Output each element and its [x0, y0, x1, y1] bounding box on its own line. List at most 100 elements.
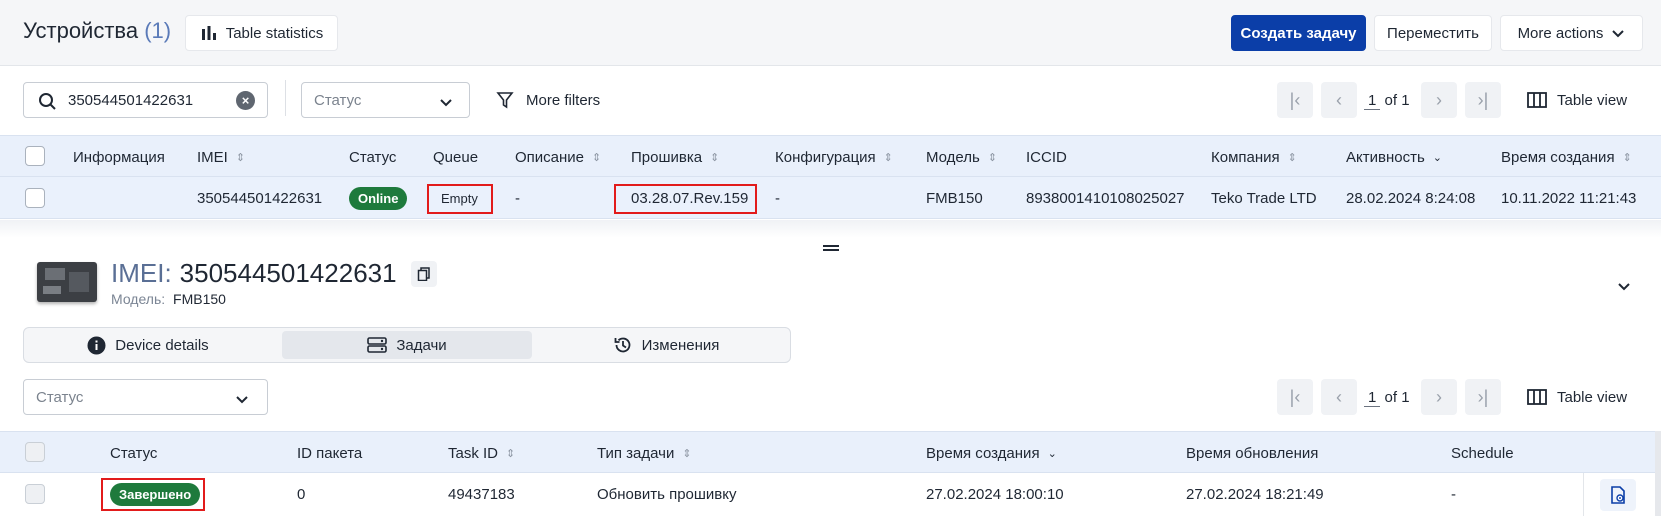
column-header[interactable]: Schedule: [1451, 432, 1514, 474]
sort-icon[interactable]: ⇕: [988, 151, 997, 164]
sort-icon[interactable]: ⇕: [682, 447, 691, 460]
row-checkbox[interactable]: [25, 484, 45, 504]
column-header[interactable]: Время создания ⇕: [1501, 136, 1632, 178]
cell-company: Teko Trade LTD: [1211, 189, 1317, 207]
column-header[interactable]: Task ID ⇕: [448, 432, 515, 474]
cell-created: 27.02.2024 18:00:10: [926, 485, 1064, 503]
column-header[interactable]: Прошивка ⇕: [631, 136, 719, 178]
chevron-down-icon: [440, 99, 452, 107]
page-indicator: 1 of 1: [1364, 92, 1410, 110]
cell-task-id: 49437183: [448, 485, 515, 503]
table-view-button[interactable]: Table view: [1527, 379, 1627, 415]
tab-device-details[interactable]: Device details: [28, 331, 268, 359]
sort-icon[interactable]: ⇕: [1623, 151, 1632, 164]
create-task-button[interactable]: Создать задачу: [1231, 15, 1366, 51]
task-status-select[interactable]: Статус: [23, 379, 268, 415]
device-tabs: Device details Задачи Изменения: [23, 327, 791, 363]
prev-page-button[interactable]: ‹: [1321, 82, 1357, 118]
tasks-table-header: Статус ID пакета Task ID ⇕ Тип задачи ⇕ Вр…: [0, 431, 1655, 473]
sort-icon[interactable]: ⇕: [1288, 151, 1297, 164]
next-page-button[interactable]: ›: [1421, 82, 1457, 118]
task-details-button[interactable]: [1600, 479, 1636, 511]
table-row[interactable]: 350544501422631 Online Empty - 03.28.07.…: [0, 177, 1661, 219]
column-header[interactable]: Queue: [433, 136, 478, 178]
column-header[interactable]: Модель ⇕: [926, 136, 997, 178]
sort-icon[interactable]: ⇕: [236, 151, 245, 164]
chevron-down-icon[interactable]: [1616, 278, 1632, 294]
column-header[interactable]: Статус: [349, 136, 396, 178]
page-indicator: 1 of 1: [1364, 389, 1410, 407]
highlight-firmware: [614, 184, 757, 214]
sort-icon[interactable]: ⌄: [1433, 151, 1442, 164]
cell-imei: 350544501422631: [197, 189, 323, 207]
tab-tasks[interactable]: Задачи: [282, 331, 532, 359]
cell-updated: 27.02.2024 18:21:49: [1186, 485, 1324, 503]
resize-handle[interactable]: [823, 245, 839, 251]
column-header[interactable]: Время создания ⌄: [926, 432, 1057, 474]
clear-icon[interactable]: ×: [236, 91, 255, 110]
cell-iccid: 8938001410108025027: [1026, 189, 1185, 207]
filter-icon: [496, 92, 514, 109]
info-icon: [87, 336, 106, 354]
more-actions-button[interactable]: More actions: [1500, 15, 1643, 51]
column-header[interactable]: Описание ⇕: [515, 136, 601, 178]
sort-icon[interactable]: ⇕: [884, 151, 893, 164]
cell-status: Online: [349, 177, 408, 219]
last-page-button[interactable]: ›|: [1465, 379, 1501, 415]
tab-changes[interactable]: Изменения: [546, 331, 786, 359]
column-header[interactable]: ICCID: [1026, 136, 1067, 178]
history-icon: [614, 337, 631, 353]
table-view-button[interactable]: Table view: [1527, 82, 1627, 118]
select-all-checkbox[interactable]: [25, 146, 45, 166]
last-page-button[interactable]: ›|: [1465, 82, 1501, 118]
device-model: Модель: FMB150: [111, 291, 226, 307]
column-header[interactable]: Компания ⇕: [1211, 136, 1297, 178]
select-all-checkbox[interactable]: [25, 442, 45, 462]
page-input[interactable]: 1: [1364, 92, 1381, 110]
sort-icon[interactable]: ⇕: [592, 151, 601, 164]
cell-schedule: -: [1451, 485, 1456, 503]
cell-config: -: [775, 189, 780, 207]
move-button[interactable]: Переместить: [1374, 15, 1492, 51]
column-header[interactable]: ID пакета: [297, 432, 362, 474]
sort-icon[interactable]: ⇕: [710, 151, 719, 164]
column-header[interactable]: Активность ⌄: [1346, 136, 1442, 178]
column-header[interactable]: Информация: [73, 136, 165, 178]
scrollbar[interactable]: [1655, 431, 1661, 516]
column-header[interactable]: Статус: [110, 432, 157, 474]
cell-model: FMB150: [926, 189, 983, 207]
devices-table-header: Информация IMEI ⇕ Статус Queue Описание ⇕ …: [0, 135, 1661, 177]
panel-shadow: [0, 220, 1661, 238]
column-header[interactable]: Тип задачи ⇕: [597, 432, 692, 474]
sort-icon[interactable]: ⇕: [506, 447, 515, 460]
cell-package-id: 0: [297, 485, 306, 503]
row-checkbox[interactable]: [25, 188, 45, 208]
page-title: Устройства (1): [23, 18, 172, 43]
device-imei-title: IMEI: 350544501422631: [111, 258, 437, 289]
more-filters-button[interactable]: More filters: [496, 82, 600, 118]
device-image: [37, 262, 97, 302]
chevron-down-icon: [1612, 30, 1625, 38]
sort-icon[interactable]: ⌄: [1048, 447, 1057, 460]
column-header[interactable]: Конфигурация ⇕: [775, 136, 893, 178]
cell-created: 10.11.2022 11:21:43: [1501, 189, 1637, 207]
tasks-icon: [367, 337, 388, 353]
column-header[interactable]: Время обновления: [1186, 432, 1318, 474]
search-value: 350544501422631: [68, 91, 194, 109]
row-actions-column: [1583, 473, 1655, 516]
prev-page-button[interactable]: ‹: [1321, 379, 1357, 415]
next-page-button[interactable]: ›: [1421, 379, 1457, 415]
first-page-button[interactable]: |‹: [1277, 82, 1313, 118]
page-input[interactable]: 1: [1364, 389, 1381, 407]
first-page-button[interactable]: |‹: [1277, 379, 1313, 415]
chevron-down-icon: [236, 396, 248, 404]
copy-icon[interactable]: [410, 260, 437, 287]
table-row[interactable]: Завершено 0 49437183 Обновить прошивку 2…: [0, 473, 1655, 516]
bar-chart-icon: [201, 26, 216, 40]
search-input[interactable]: 350544501422631 ×: [23, 82, 268, 118]
top-bar: Устройства (1) Table statistics Создать …: [0, 0, 1661, 66]
table-statistics-button[interactable]: Table statistics: [185, 15, 338, 51]
status-select[interactable]: Статус: [301, 82, 470, 118]
column-header[interactable]: IMEI ⇕: [197, 136, 245, 178]
columns-icon: [1527, 389, 1547, 405]
